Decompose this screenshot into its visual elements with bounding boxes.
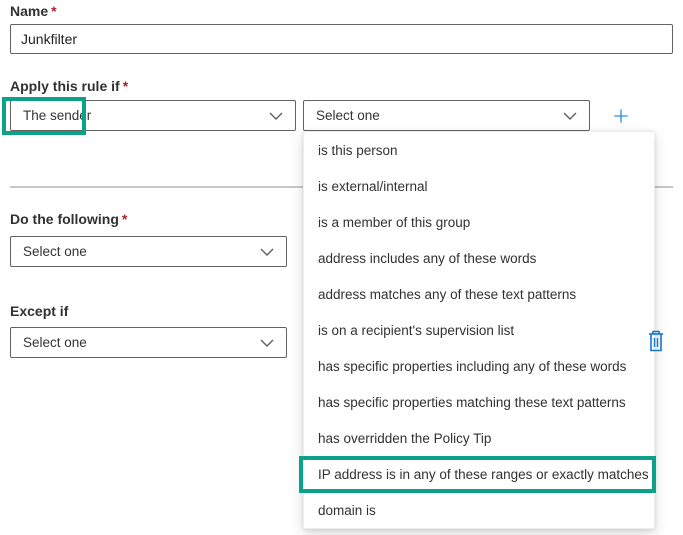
exception-select-value: Select one [23,335,87,350]
required-asterisk: * [122,211,127,227]
transport-rule-form: Name* Apply this rule if* The sender Sel… [0,0,683,535]
apply-rule-label: Apply this rule if* [10,78,128,94]
condition-dropdown-menu: is this person is external/internal is a… [303,131,655,529]
subcondition-select[interactable]: Select one [303,100,590,131]
required-asterisk: * [123,78,128,94]
condition-select[interactable]: The sender [10,100,296,131]
menu-item[interactable]: address includes any of these words [304,240,654,276]
menu-item[interactable]: has overridden the Policy Tip [304,420,654,456]
exception-select[interactable]: Select one [10,327,287,358]
do-following-label: Do the following* [10,211,127,227]
chevron-down-icon [563,112,577,120]
add-condition-button[interactable] [607,102,635,130]
menu-item[interactable]: has specific properties matching these t… [304,384,654,420]
menu-item[interactable]: is this person [304,132,654,168]
menu-item[interactable]: address matches any of these text patter… [304,276,654,312]
plus-icon [613,104,629,128]
menu-item[interactable]: is on a recipient's supervision list [304,312,654,348]
apply-rule-label-text: Apply this rule if [10,78,120,94]
action-select-value: Select one [23,244,87,259]
except-if-label: Except if [10,303,68,319]
menu-item-ip-address[interactable]: IP address is in any of these ranges or … [304,456,654,492]
except-if-label-text: Except if [10,303,68,319]
do-following-label-text: Do the following [10,211,119,227]
condition-select-value: The sender [23,108,91,123]
name-label: Name* [10,3,57,19]
menu-item[interactable]: is a member of this group [304,204,654,240]
chevron-down-icon [269,112,283,120]
required-asterisk: * [51,3,56,19]
menu-item[interactable]: is external/internal [304,168,654,204]
menu-item[interactable]: domain is [304,492,654,528]
chevron-down-icon [260,339,274,347]
name-label-text: Name [10,3,48,19]
delete-exception-button[interactable] [647,330,665,354]
rule-name-input[interactable] [10,24,673,54]
trash-icon [648,330,664,352]
subcondition-select-value: Select one [316,108,380,123]
menu-item[interactable]: has specific properties including any of… [304,348,654,384]
chevron-down-icon [260,248,274,256]
action-select[interactable]: Select one [10,236,287,267]
